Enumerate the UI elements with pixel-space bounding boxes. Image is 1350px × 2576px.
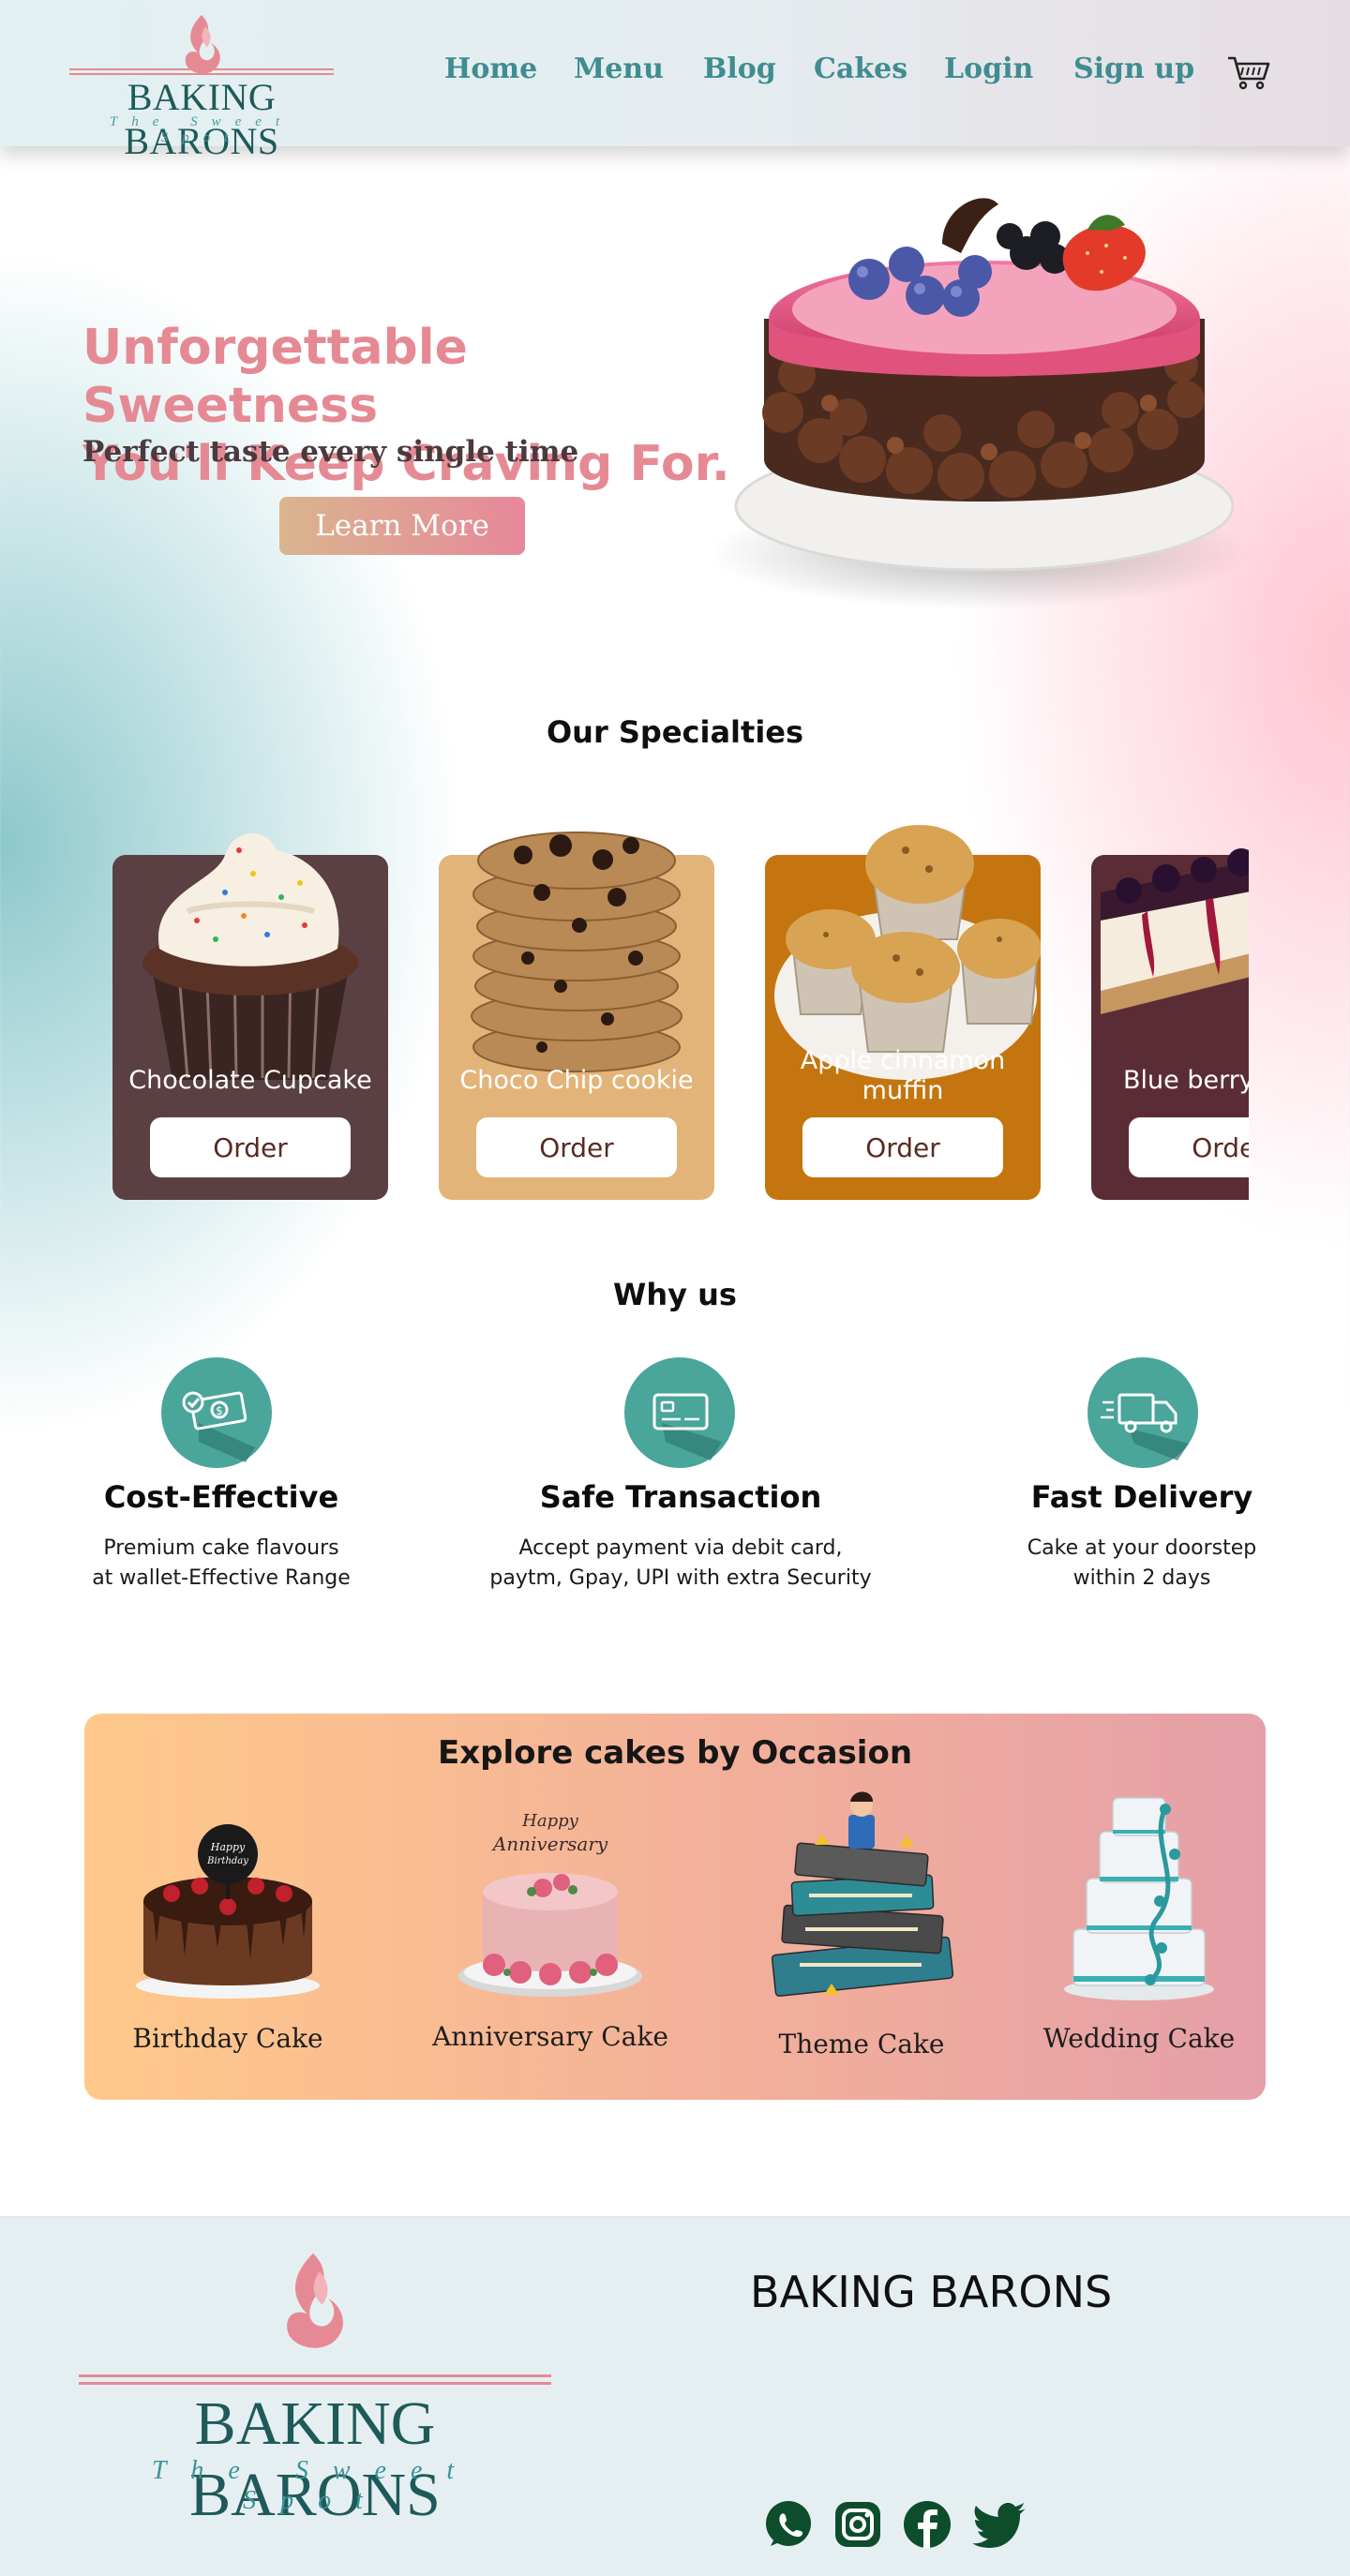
order-button[interactable]: Order: [1129, 1117, 1249, 1177]
order-button[interactable]: Order: [150, 1117, 351, 1177]
occasion-item-theme[interactable]: Theme Cake: [735, 1789, 988, 2089]
site-header: BAKING BARONS The Sweet Spot Home Menu B…: [0, 0, 1350, 162]
whatsapp-icon[interactable]: [763, 2499, 814, 2550]
nav-menu[interactable]: Menu: [574, 52, 664, 85]
specialties-title: Our Specialties: [546, 714, 804, 750]
instagram-icon[interactable]: [832, 2499, 883, 2550]
chocolate-cupcake-image: [142, 832, 358, 1080]
cart-icon[interactable]: [1226, 54, 1271, 90]
main-nav: Home Menu Blog Cakes Login Sign up: [0, 52, 1350, 90]
why-item: Fast Delivery Cake at your doorstep with…: [926, 1357, 1350, 1601]
apple-cinnamon-muffin-image: [774, 825, 1041, 1080]
hero-title-line1: Unforgettable Sweetness: [82, 320, 468, 434]
why-item: Safe Transaction Accept payment via debi…: [465, 1357, 896, 1601]
delivery-truck-icon: [1088, 1357, 1198, 1468]
anniversary-cake-image: Happy Anniversary: [458, 1811, 642, 1997]
logo-tagline: The Sweet Spot: [109, 114, 294, 145]
svg-text:Happy: Happy: [521, 1811, 578, 1831]
birthday-cake-image: Happy Birthday: [136, 1824, 320, 1999]
occasion-section: Explore cakes by Occasion Happy Birthday…: [84, 1714, 1266, 2100]
occasion-label: Birthday Cake: [132, 2023, 323, 2054]
occasion-title: Explore cakes by Occasion: [437, 1734, 913, 1772]
svg-text:Happy: Happy: [210, 1841, 246, 1853]
flame-icon: [287, 2253, 343, 2348]
occasion-item-wedding[interactable]: Wedding Cake: [1012, 1789, 1266, 2089]
specialty-name: Blue berry cheesecake: [1123, 1066, 1249, 1095]
specialty-name: Chocolate Cupcake: [128, 1066, 372, 1095]
cash-icon: $: [161, 1357, 272, 1468]
why-item-description: Accept payment via debit card, paytm, Gp…: [489, 1536, 872, 1590]
occasion-label: Wedding Cake: [1042, 2023, 1236, 2054]
why-item-title: Fast Delivery: [1030, 1479, 1253, 1515]
specialty-name: Choco Chip cookie: [459, 1066, 694, 1095]
why-item-title: Safe Transaction: [539, 1479, 822, 1515]
svg-text:Birthday: Birthday: [206, 1856, 248, 1866]
facebook-icon[interactable]: [902, 2499, 952, 2550]
why-item-description: Cake at your doorstep within 2 days: [1027, 1536, 1257, 1590]
learn-more-button[interactable]: Learn More: [279, 497, 525, 555]
specialty-card: Choco Chip cookie Order: [439, 831, 714, 1200]
why-item: $ Cost-Effective Premium cake flavours a…: [6, 1357, 437, 1601]
credit-card-icon: [624, 1357, 735, 1468]
occasion-item-anniversary[interactable]: Happy Anniversary Anniversary Cake: [424, 1789, 677, 2089]
footer-logo-tagline: The Sweet Spot: [151, 2456, 479, 2515]
blueberry-cheesecake-image: [1101, 848, 1249, 1014]
site-footer: BAKING BARONS The Sweet Spot BAKING BARO…: [0, 2216, 1350, 2576]
wedding-cake-image: [1064, 1797, 1214, 2000]
why-item-title: Cost-Effective: [103, 1479, 339, 1515]
specialties-carousel[interactable]: Chocolate Cupcake Order Choco Chip cooki…: [112, 778, 1249, 1200]
occasion-label: Theme Cake: [778, 2029, 945, 2059]
nav-home[interactable]: Home: [444, 52, 537, 85]
svg-text:Anniversary: Anniversary: [491, 1833, 608, 1855]
nav-cakes[interactable]: Cakes: [814, 52, 908, 85]
footer-brand-name: BAKING BARONS: [750, 2267, 1113, 2317]
why-item-description: Premium cake flavours at wallet-Effectiv…: [92, 1536, 351, 1590]
hero-subtitle: Perfect taste every single time: [82, 435, 579, 469]
nav-signup[interactable]: Sign up: [1073, 52, 1194, 85]
choco-chip-cookie-image: [471, 831, 682, 1072]
nav-login[interactable]: Login: [944, 52, 1033, 85]
specialty-card: Blue berry cheesecake Order: [1091, 848, 1249, 1200]
specialty-card: Chocolate Cupcake Order: [112, 832, 388, 1200]
hero-cake-image: [708, 198, 1252, 609]
nav-blog[interactable]: Blog: [703, 52, 776, 85]
why-us-title: Why us: [613, 1277, 737, 1312]
svg-text:$: $: [216, 1404, 223, 1417]
specialty-card: Apple cinnamon muffin Order: [765, 825, 1041, 1200]
occasion-item-birthday[interactable]: Happy Birthday Birthday Cake: [101, 1789, 354, 2089]
footer-logo[interactable]: BAKING BARONS The Sweet Spot: [79, 2248, 551, 2529]
theme-cake-image: [771, 1791, 954, 1998]
order-button[interactable]: Order: [476, 1117, 677, 1177]
specialty-name: Apple cinnamon muffin: [800, 1046, 1006, 1105]
order-button[interactable]: Order: [802, 1117, 1003, 1177]
logo-rule-lines: [79, 2374, 551, 2385]
occasion-label: Anniversary Cake: [432, 2021, 668, 2052]
twitter-icon[interactable]: [971, 2499, 1029, 2550]
